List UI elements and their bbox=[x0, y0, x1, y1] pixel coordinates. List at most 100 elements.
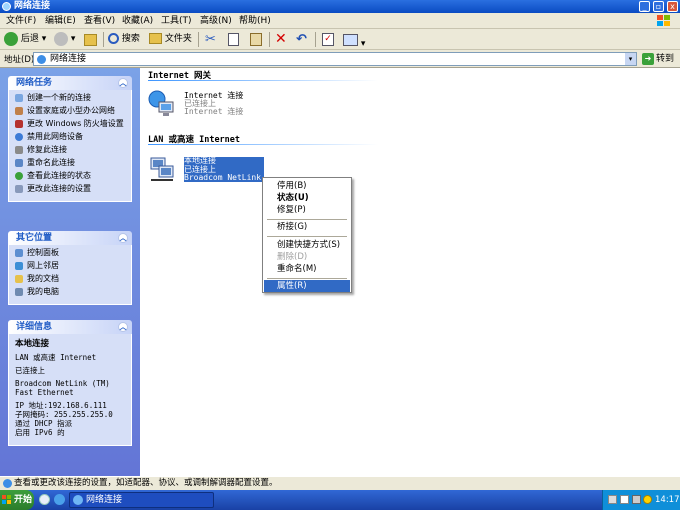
folder-icon bbox=[149, 33, 162, 44]
context-menu: 停用(B) 状态(U) 修复(P) 桥接(G) 创建快捷方式(S) 删除(D) … bbox=[262, 177, 352, 293]
network-places-icon bbox=[15, 262, 23, 270]
new-connection-icon bbox=[15, 94, 23, 102]
connections-view: Internet 网关 Internet 连接 已连接上 Internet 连接… bbox=[140, 68, 680, 476]
home-network-icon bbox=[15, 107, 23, 115]
task-disable-device[interactable]: 禁用此网络设备 bbox=[15, 132, 127, 142]
details-panel: 详细信息 ︿ 本地连接 LAN 或高速 Internet 已连接上 Broadc… bbox=[8, 320, 132, 446]
tray-warning-icon[interactable] bbox=[643, 495, 652, 504]
menu-favorites[interactable]: 收藏(A) bbox=[122, 15, 153, 27]
menu-item-disable[interactable]: 停用(B) bbox=[264, 180, 350, 192]
menu-item-properties[interactable]: 属性(R) bbox=[264, 280, 350, 292]
my-documents-icon bbox=[15, 275, 23, 283]
system-tray: 14:17 bbox=[602, 490, 680, 510]
address-label: 地址(D) bbox=[4, 55, 35, 65]
local-connection-item[interactable]: 本地连接 已连接上 Broadcom NetLink ... bbox=[148, 156, 268, 190]
delete-icon[interactable]: ✕ bbox=[275, 31, 287, 48]
tray-monitor-icon[interactable] bbox=[608, 495, 617, 504]
toolbar-separator bbox=[315, 32, 316, 47]
collapse-chevron-icon[interactable]: ︿ bbox=[118, 78, 128, 88]
forward-arrow-icon bbox=[54, 31, 68, 46]
menu-help[interactable]: 帮助(H) bbox=[239, 15, 271, 27]
windows-logo-icon bbox=[657, 15, 670, 26]
details-ipv6: 启用 IPv6 的 bbox=[15, 428, 65, 437]
place-my-computer[interactable]: 我的电脑 bbox=[15, 287, 127, 297]
task-view-status[interactable]: 查看此连接的状态 bbox=[15, 171, 127, 181]
clock[interactable]: 14:17 bbox=[655, 490, 680, 510]
menu-item-delete: 删除(D) bbox=[277, 252, 308, 262]
internet-connection-item[interactable]: Internet 连接 已连接上 Internet 连接 bbox=[148, 88, 258, 122]
settings-icon bbox=[15, 185, 23, 193]
up-folder-icon bbox=[84, 34, 97, 46]
place-my-documents[interactable]: 我的文档 bbox=[15, 274, 127, 284]
place-network-neighborhood[interactable]: 网上邻居 bbox=[15, 261, 127, 271]
details-status: 已连接上 bbox=[15, 366, 45, 375]
rename-icon bbox=[15, 159, 23, 167]
other-places-panel: 其它位置 ︿ 控制面板 网上邻居 我的文档 我的电脑 bbox=[8, 231, 132, 305]
network-tasks-header[interactable]: 网络任务 ︿ bbox=[8, 76, 132, 90]
menu-edit[interactable]: 编辑(E) bbox=[45, 15, 76, 27]
task-change-settings[interactable]: 更改此连接的设置 bbox=[15, 184, 127, 194]
back-button[interactable]: 后退 ▾ bbox=[4, 31, 46, 48]
task-rename-connection[interactable]: 重命名此连接 bbox=[15, 158, 127, 168]
quicklaunch-ie-icon[interactable] bbox=[39, 494, 50, 505]
menu-file[interactable]: 文件(F) bbox=[6, 15, 36, 27]
collapse-chevron-icon[interactable]: ︿ bbox=[118, 233, 128, 243]
internet-connection-device: Internet 连接 bbox=[184, 107, 244, 116]
taskbar-item-network-connections[interactable]: 网络连接 bbox=[69, 492, 214, 508]
views-button[interactable]: ▾ bbox=[343, 31, 365, 49]
go-button[interactable]: ➜ 转到 bbox=[641, 52, 677, 66]
menu-item-rename[interactable]: 重命名(M) bbox=[264, 263, 350, 275]
cut-icon[interactable]: ✂ bbox=[205, 31, 216, 48]
task-repair-connection[interactable]: 修复此连接 bbox=[15, 145, 127, 155]
menu-separator bbox=[267, 278, 347, 279]
address-dropdown-icon[interactable]: ▾ bbox=[625, 53, 636, 65]
collapse-chevron-icon[interactable]: ︿ bbox=[118, 322, 128, 332]
toolbar: 后退 ▾ ▾ 搜索 文件夹 ✂ ✕ ↶ ✓ ▾ bbox=[0, 29, 680, 50]
details-type: LAN 或高速 Internet bbox=[15, 353, 97, 362]
tray-network-icon[interactable] bbox=[620, 495, 629, 504]
toolbar-separator bbox=[198, 32, 199, 47]
details-mask: 子网掩码: 255.255.255.0 bbox=[15, 410, 113, 419]
forward-button[interactable]: ▾ bbox=[54, 31, 75, 48]
minimize-button[interactable]: _ bbox=[639, 1, 650, 12]
paste-icon[interactable] bbox=[250, 31, 262, 48]
up-folder-button[interactable] bbox=[84, 31, 98, 48]
status-text: 查看或更改该连接的设置，如适配器、协议、或调制解调器配置设置。 bbox=[14, 478, 278, 488]
title-bar: 网络连接 bbox=[0, 0, 680, 13]
other-places-header[interactable]: 其它位置 ︿ bbox=[8, 231, 132, 245]
section-divider bbox=[148, 80, 378, 81]
firewall-icon bbox=[15, 120, 23, 128]
close-button[interactable]: x bbox=[667, 1, 678, 12]
address-input[interactable]: 网络连接 ▾ bbox=[33, 52, 637, 66]
folders-button[interactable]: 文件夹 bbox=[149, 31, 192, 48]
back-arrow-icon bbox=[4, 31, 18, 46]
network-tasks-panel: 网络任务 ︿ 创建一个新的连接 设置家庭或小型办公网络 更改 Windows 防… bbox=[8, 76, 132, 202]
quicklaunch-network-icon[interactable] bbox=[54, 494, 65, 505]
my-computer-icon bbox=[15, 288, 23, 296]
details-ip: IP 地址:192.168.6.111 bbox=[15, 401, 107, 410]
menu-item-repair[interactable]: 修复(P) bbox=[264, 204, 350, 216]
properties-icon[interactable]: ✓ bbox=[322, 31, 334, 48]
undo-icon[interactable]: ↶ bbox=[296, 31, 307, 48]
menu-item-status[interactable]: 状态(U) bbox=[264, 192, 350, 204]
tray-speaker-icon[interactable] bbox=[632, 495, 641, 504]
copy-icon[interactable] bbox=[228, 31, 239, 48]
task-setup-home-network[interactable]: 设置家庭或小型办公网络 bbox=[15, 106, 127, 116]
task-firewall-settings[interactable]: 更改 Windows 防火墙设置 bbox=[15, 119, 127, 129]
details-name: 本地连接 bbox=[15, 339, 50, 349]
search-button[interactable]: 搜索 bbox=[108, 31, 140, 48]
menu-bar: 文件(F) 编辑(E) 查看(V) 收藏(A) 工具(T) 高级(N) 帮助(H… bbox=[0, 13, 680, 29]
start-button[interactable]: 开始 bbox=[0, 490, 34, 510]
menu-item-create-shortcut[interactable]: 创建快捷方式(S) bbox=[264, 239, 350, 251]
menu-separator bbox=[267, 236, 347, 237]
menu-advanced[interactable]: 高级(N) bbox=[200, 15, 232, 27]
place-control-panel[interactable]: 控制面板 bbox=[15, 248, 127, 258]
status-bar: 查看或更改该连接的设置，如适配器、协议、或调制解调器配置设置。 bbox=[0, 476, 680, 490]
details-header[interactable]: 详细信息 ︿ bbox=[8, 320, 132, 334]
maximize-button[interactable]: ▫ bbox=[653, 1, 664, 12]
menu-tools[interactable]: 工具(T) bbox=[161, 15, 192, 27]
menu-item-bridge[interactable]: 桥接(G) bbox=[264, 221, 350, 233]
toolbar-separator bbox=[269, 32, 270, 47]
menu-view[interactable]: 查看(V) bbox=[84, 15, 115, 27]
task-create-connection[interactable]: 创建一个新的连接 bbox=[15, 93, 127, 103]
